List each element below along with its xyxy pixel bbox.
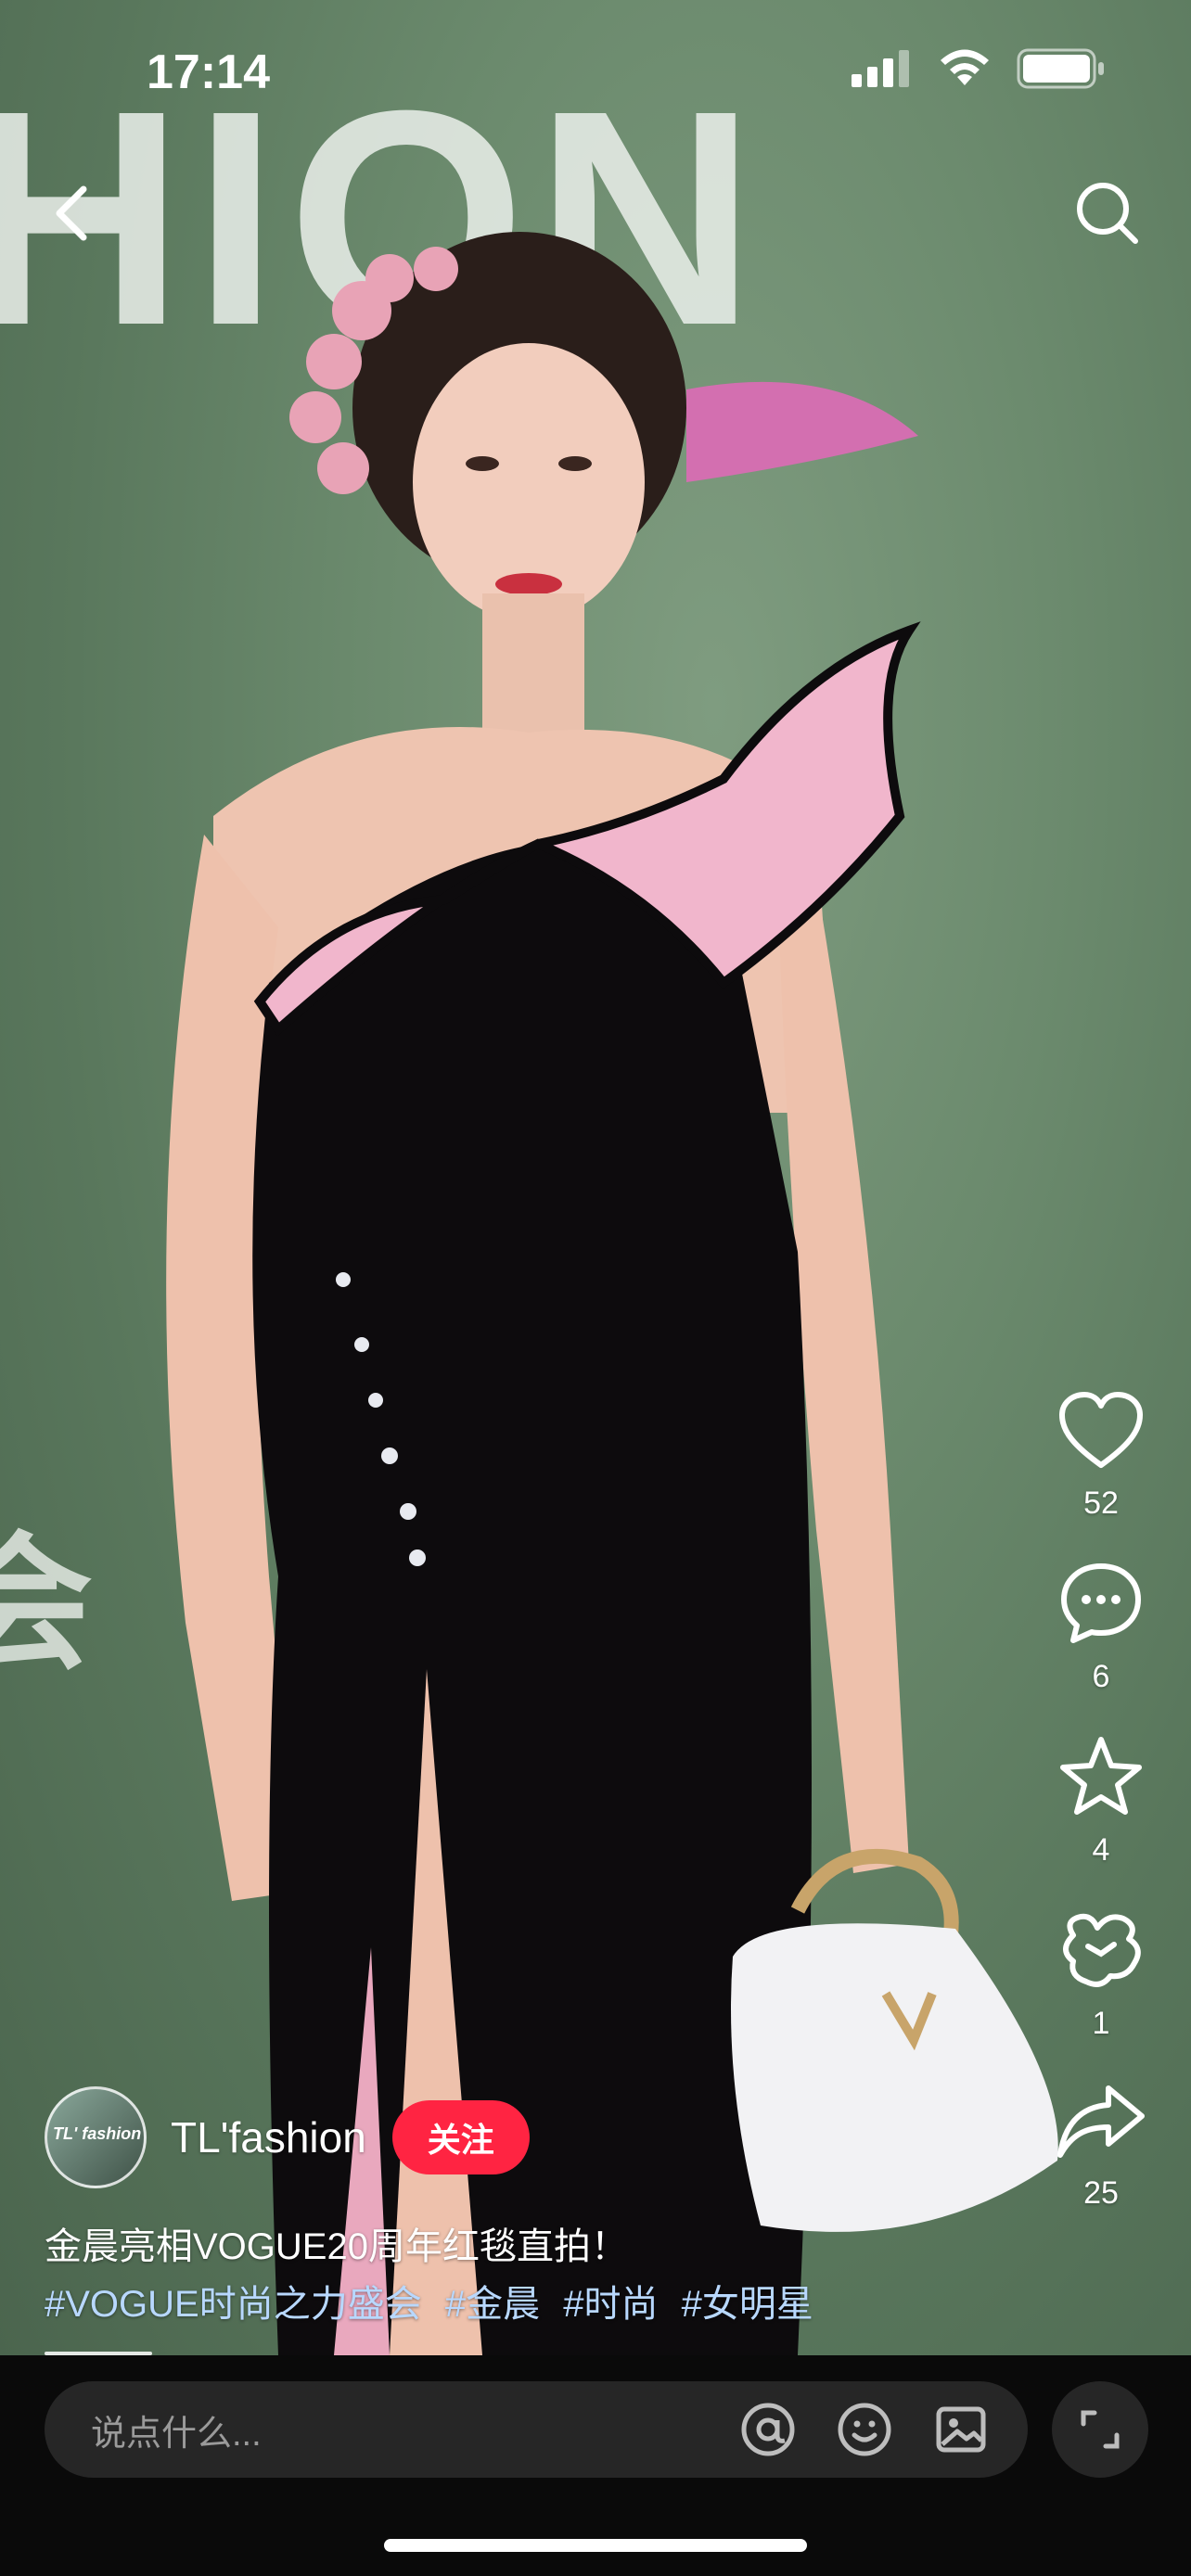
post-caption: 金晨亮相VOGUE20周年红毯直拍！ [45, 2226, 628, 2267]
collect-count: 4 [1092, 1832, 1110, 1868]
status-time: 17:14 [147, 45, 270, 99]
comment-input[interactable]: 说点什么... [45, 2381, 1028, 2478]
mention-button[interactable] [738, 2400, 798, 2459]
hashtag[interactable]: #女明星 [682, 2284, 813, 2325]
gift-icon [1063, 1913, 1141, 1987]
cellular-signal-icon [852, 50, 909, 87]
image-button[interactable] [931, 2400, 991, 2459]
comment-icon [1061, 1563, 1141, 1643]
fullscreen-button[interactable] [1052, 2381, 1148, 2478]
avatar[interactable]: TL' fashion [45, 2086, 147, 2188]
hashtag[interactable]: #金晨 [445, 2284, 540, 2325]
smiley-icon [838, 2403, 891, 2456]
action-column: 52 6 4 1 25 [1031, 1391, 1171, 2251]
collect-button[interactable]: 4 [1057, 1734, 1146, 1868]
avatar-text: TL' fashion [53, 2124, 142, 2143]
emoji-button[interactable] [835, 2400, 894, 2459]
comment-placeholder: 说点什么... [91, 2414, 262, 2454]
search-icon [1077, 183, 1138, 244]
status-bar: 17:14 [0, 0, 1191, 139]
gift-button[interactable]: 1 [1055, 1907, 1147, 2042]
gift-count: 1 [1092, 2006, 1110, 2041]
wifi-icon [941, 49, 989, 85]
share-button[interactable]: 25 [1055, 2081, 1147, 2212]
fullscreen-icon [1081, 2410, 1120, 2449]
heart-icon [1059, 1392, 1143, 1468]
image-icon [936, 2406, 986, 2453]
like-button[interactable]: 52 [1057, 1391, 1146, 1522]
share-count: 25 [1083, 2175, 1119, 2211]
chevron-left-icon [56, 185, 87, 241]
back-button[interactable] [45, 176, 100, 250]
model-figure-image [166, 232, 1058, 2355]
video-frame[interactable]: HION 会 [0, 0, 1191, 2355]
hashtag-list: #VOGUE时尚之力盛会 #金晨 #时尚 #女明星 [45, 2274, 826, 2327]
author-row: TL' fashion TL'fashion 关注 [45, 2086, 530, 2188]
at-icon [741, 2403, 795, 2456]
battery-icon [1017, 48, 1104, 89]
comment-button[interactable]: 6 [1057, 1561, 1146, 1695]
search-button[interactable] [1070, 176, 1145, 250]
follow-button[interactable]: 关注 [391, 2100, 530, 2174]
star-icon [1060, 1737, 1142, 1815]
like-count: 52 [1083, 1486, 1119, 1521]
comment-count: 6 [1092, 1659, 1110, 1694]
author-name[interactable]: TL'fashion [171, 2112, 366, 2162]
share-icon [1057, 2085, 1145, 2158]
hashtag[interactable]: #时尚 [563, 2284, 658, 2325]
home-indicator [384, 2539, 807, 2552]
hashtag[interactable]: #VOGUE时尚之力盛会 [45, 2284, 422, 2325]
